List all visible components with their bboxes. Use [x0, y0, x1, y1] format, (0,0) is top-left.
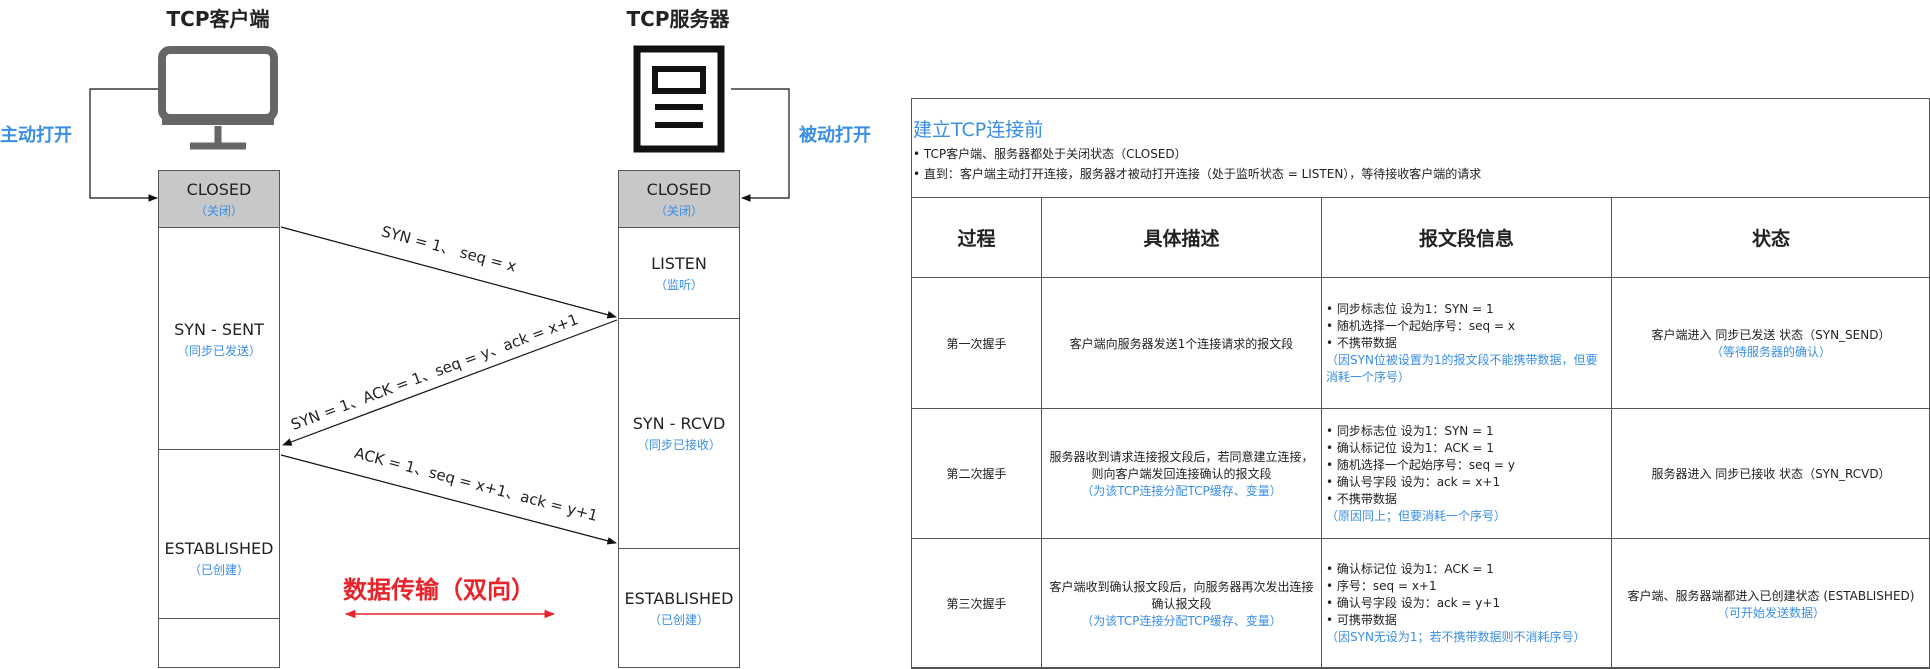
row-step: 第三次握手 — [912, 539, 1042, 669]
header-segment-info: 报文段信息 — [1322, 198, 1612, 278]
server-state-syn-rcvd: SYN - RCVD （同步已接收） — [619, 319, 739, 549]
server-state-established: ESTABLISHED （已创建） — [619, 549, 739, 667]
row-state: 客户端、服务器端都进入已创建状态 (ESTABLISHED) （可开始发送数据） — [1612, 539, 1930, 669]
table-row: 第三次握手 客户端收到确认报文段后，向服务器再次发出连接确认报文段 （为该TCP… — [912, 539, 1930, 669]
table-row: 第二次握手 服务器收到请求连接报文段后，若同意建立连接，则向客户端发回连接确认的… — [912, 409, 1930, 539]
header-description: 具体描述 — [1042, 198, 1322, 278]
table-header-row: 过程 具体描述 报文段信息 状态 — [912, 198, 1930, 278]
row-segment-info: • 确认标记位 设为1：ACK = 1 • 序号：seq = x+1 • 确认号… — [1322, 539, 1612, 669]
row-description: 客户端向服务器发送1个连接请求的报文段 — [1042, 278, 1322, 409]
row-state: 服务器进入 同步已接收 状态（SYN_RCVD） — [1612, 409, 1930, 539]
row-segment-info: • 同步标志位 设为1：SYN = 1 • 确认标记位 设为1：ACK = 1 … — [1322, 409, 1612, 539]
row-segment-info: • 同步标志位 设为1：SYN = 1 • 随机选择一个起始序号：seq = x… — [1322, 278, 1612, 409]
client-state-column: CLOSED （关闭） SYN - SENT （同步已发送） ESTABLISH… — [158, 170, 280, 668]
before-connection-section: 建立TCP连接前 • TCP客户端、服务器都处于关闭状态（CLOSED） • 直… — [913, 115, 1481, 182]
handshake-table: 过程 具体描述 报文段信息 状态 第一次握手 客户端向服务器发送1个连接请求的报… — [911, 197, 1930, 669]
syn-ack-arrow — [283, 320, 617, 445]
row-description: 客户端收到确认报文段后，向服务器再次发出连接确认报文段 （为该TCP连接分配TC… — [1042, 539, 1322, 669]
row-step: 第二次握手 — [912, 409, 1042, 539]
data-transfer-label: 数据传输（双向） — [343, 570, 535, 605]
row-state: 客户端进入 同步已发送 状态（SYN_SEND） （等待服务器的确认） — [1612, 278, 1930, 409]
row-step: 第一次握手 — [912, 278, 1042, 409]
server-state-closed: CLOSED （关闭） — [619, 171, 739, 228]
table-row: 第一次握手 客户端向服务器发送1个连接请求的报文段 • 同步标志位 设为1：SY… — [912, 278, 1930, 409]
server-state-listen: LISTEN （监听） — [619, 228, 739, 319]
client-state-established: ESTABLISHED （已创建） — [159, 449, 279, 667]
row-description: 服务器收到请求连接报文段后，若同意建立连接，则向客户端发回连接确认的报文段 （为… — [1042, 409, 1322, 539]
client-state-closed: CLOSED （关闭） — [159, 171, 279, 228]
server-state-column: CLOSED （关闭） LISTEN （监听） SYN - RCVD （同步已接… — [618, 170, 740, 668]
header-state: 状态 — [1612, 198, 1930, 278]
before-line-2: • 直到：客户端主动打开连接，服务器才被动打开连接（处于监听状态 = LISTE… — [913, 165, 1481, 182]
header-process: 过程 — [912, 198, 1042, 278]
before-title: 建立TCP连接前 — [913, 115, 1481, 142]
before-line-1: • TCP客户端、服务器都处于关闭状态（CLOSED） — [913, 145, 1481, 162]
